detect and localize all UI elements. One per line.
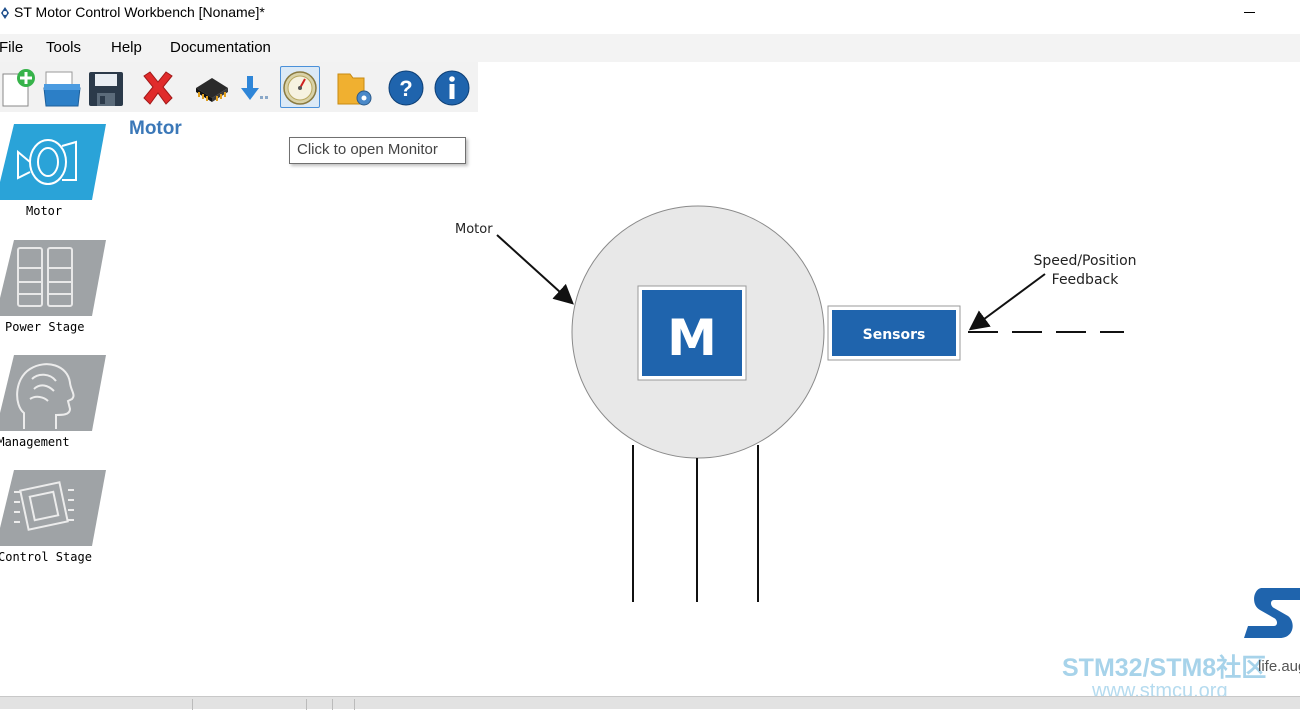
minimize-button[interactable] bbox=[1243, 0, 1259, 24]
sidebar-item-power-stage[interactable]: Power Stage bbox=[0, 238, 110, 348]
watermark-line1: STM32/STM8社区 bbox=[1062, 654, 1267, 682]
sidebar-label-motor: Motor bbox=[26, 204, 63, 218]
toolbar: ? bbox=[0, 62, 478, 112]
info-icon bbox=[434, 70, 470, 106]
control-stage-icon bbox=[0, 470, 106, 546]
info-button[interactable] bbox=[432, 66, 472, 108]
new-project-icon bbox=[2, 69, 35, 107]
help-button[interactable]: ? bbox=[386, 66, 426, 108]
sidebar-label-control-stage: Control Stage bbox=[0, 550, 92, 564]
menu-file[interactable]: File bbox=[0, 39, 23, 56]
sidebar-item-motor[interactable]: Motor bbox=[0, 122, 110, 232]
generate-code-icon bbox=[196, 78, 228, 102]
download-icon bbox=[241, 76, 268, 100]
menu-bar: File Tools Help Documentation bbox=[0, 34, 1300, 62]
folder-settings-button[interactable] bbox=[336, 66, 376, 108]
new-project-button[interactable] bbox=[0, 66, 40, 108]
drive-management-icon bbox=[0, 355, 106, 431]
sidebar-item-drive-management[interactable]: Drive Management bbox=[0, 353, 110, 463]
open-project-icon bbox=[43, 71, 81, 107]
motor-icon bbox=[0, 124, 106, 200]
sidebar-label-drive-management: Drive Management bbox=[0, 435, 70, 449]
page-title: Motor bbox=[129, 118, 182, 139]
motor-callout-arrow bbox=[496, 234, 574, 305]
menu-documentation[interactable]: Documentation bbox=[170, 39, 271, 56]
download-button[interactable] bbox=[232, 66, 272, 108]
monitor-button[interactable] bbox=[280, 66, 320, 108]
save-button[interactable] bbox=[86, 66, 126, 108]
svg-text:?: ? bbox=[399, 76, 412, 101]
title-bar: ST Motor Control Workbench [Noname]* bbox=[0, 0, 1300, 28]
close-project-icon bbox=[143, 71, 173, 105]
status-bar bbox=[0, 696, 1300, 710]
app-icon bbox=[1, 7, 9, 19]
motor-block-label: M bbox=[667, 309, 717, 367]
watermark: STM32/STM8社区 www.stmcu.org bbox=[1062, 648, 1266, 703]
feedback-label-line1: Speed/Position bbox=[1033, 253, 1136, 269]
partial-logo-text: life.aug bbox=[1258, 658, 1300, 675]
sensors-label: Sensors bbox=[863, 327, 926, 343]
folder-settings-icon bbox=[337, 73, 372, 106]
close-project-button[interactable] bbox=[138, 66, 178, 108]
save-icon bbox=[89, 72, 123, 106]
monitor-tooltip: Click to open Monitor bbox=[289, 137, 466, 164]
st-logo bbox=[1244, 588, 1300, 638]
generate-code-button[interactable] bbox=[192, 66, 232, 108]
menu-tools[interactable]: Tools bbox=[46, 39, 81, 56]
open-project-button[interactable] bbox=[42, 66, 82, 108]
window-title: ST Motor Control Workbench [Noname]* bbox=[14, 4, 265, 20]
monitor-gauge-icon bbox=[283, 71, 317, 105]
sidebar-item-control-stage[interactable]: Control Stage bbox=[0, 468, 110, 578]
sidebar-label-power-stage: Power Stage bbox=[5, 320, 85, 334]
motor-diagram: Motor M Sensors Speed/Position Feedback bbox=[455, 205, 1137, 602]
menu-help[interactable]: Help bbox=[111, 39, 142, 56]
help-icon: ? bbox=[388, 70, 424, 106]
feedback-label-line2: Feedback bbox=[1052, 272, 1120, 288]
feedback-callout-arrow bbox=[968, 273, 1046, 331]
power-stage-icon bbox=[0, 240, 106, 316]
motor-callout-label: Motor bbox=[455, 222, 493, 237]
